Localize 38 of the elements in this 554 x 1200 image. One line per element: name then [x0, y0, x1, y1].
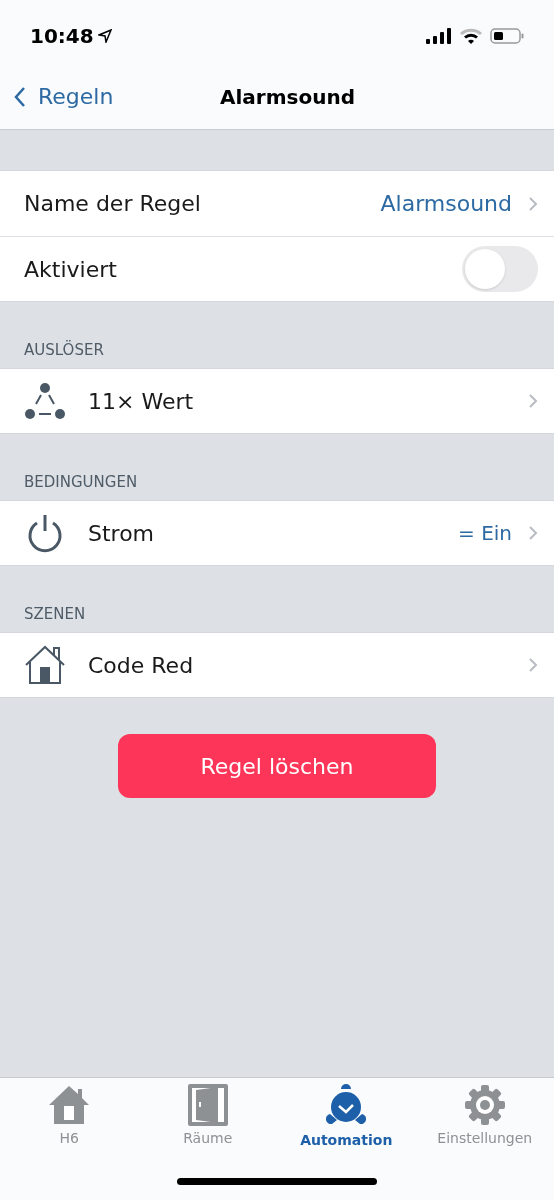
chevron-right-icon: [528, 393, 538, 409]
tab-bar-item[interactable]: Räume: [138, 1084, 277, 1158]
back-button[interactable]: Regeln: [0, 80, 114, 114]
battery-icon: [490, 28, 524, 45]
row-value: = Ein: [458, 520, 512, 547]
list-row[interactable]: Strom = Ein: [0, 501, 554, 565]
settings-row[interactable]: Aktiviert: [0, 236, 554, 301]
row-label: 11× Wert: [88, 387, 195, 416]
tab-bar-item[interactable]: Automation: [277, 1084, 416, 1158]
location-arrow-icon: [97, 29, 112, 44]
page-title: Alarmsound: [220, 83, 355, 111]
door-icon: [187, 1084, 228, 1126]
power-icon: [26, 513, 64, 553]
chevron-right-icon: [528, 657, 538, 673]
list-row[interactable]: Code Red: [0, 633, 554, 697]
house-icon: [48, 1084, 91, 1126]
status-time: 10:48: [30, 23, 94, 51]
section-header: AUSLÖSER: [24, 339, 104, 361]
row-label: Strom: [88, 519, 156, 548]
network-icon: [24, 382, 66, 420]
settings-icon: [463, 1084, 506, 1126]
house-icon: [24, 645, 66, 685]
chevron-right-icon: [528, 195, 538, 212]
chevron-left-icon: [14, 85, 26, 108]
row-label: Aktiviert: [24, 255, 118, 284]
signal-icon: [426, 28, 452, 45]
settings-row[interactable]: Name der Regel Alarmsound: [0, 171, 554, 236]
wifi-icon: [460, 28, 482, 45]
section-header: BEDINGUNGEN: [24, 471, 138, 493]
row-label: Name der Regel: [24, 190, 202, 218]
row-label: Code Red: [88, 651, 195, 680]
delete-button[interactable]: Regel löschen: [118, 734, 436, 798]
toggle-switch[interactable]: [462, 246, 538, 292]
tab-bar-item[interactable]: Einstellungen: [415, 1084, 554, 1158]
row-value: Alarmsound: [380, 190, 512, 218]
chevron-right-icon: [528, 525, 538, 541]
section-header: SZENEN: [24, 603, 86, 625]
list-row[interactable]: 11× Wert: [0, 369, 554, 433]
